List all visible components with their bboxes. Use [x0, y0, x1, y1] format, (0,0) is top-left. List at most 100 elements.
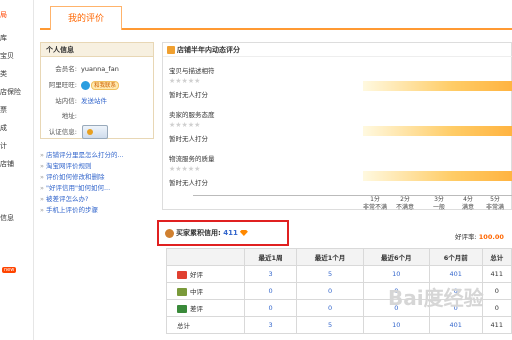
- rating-bar: [363, 81, 512, 91]
- table-header: [166, 248, 245, 266]
- mailbox-row: 站内信: 发送站件: [41, 95, 155, 107]
- buyer-credit-value[interactable]: 411: [223, 229, 238, 237]
- table-cell[interactable]: 10: [362, 316, 430, 334]
- sidebar-item[interactable]: 宝贝: [0, 51, 14, 61]
- sidebar-new-item[interactable]: new: [0, 265, 17, 273]
- table-cell[interactable]: 0: [243, 282, 298, 300]
- table-cell: 0: [481, 299, 512, 317]
- wangwang-label: 阿里旺旺:: [48, 81, 77, 89]
- buyer-icon: [165, 228, 174, 238]
- dynamic-rating-panel: 店铺半年内动态评分 宝贝与描述相符 ★★★★★ 暂时无人打分 卖家的服务态度 ★…: [162, 42, 512, 211]
- row-label-text: 好评: [190, 271, 203, 279]
- table-cell[interactable]: 3: [243, 265, 298, 283]
- table-header: 6个月前: [428, 248, 483, 266]
- table-cell[interactable]: 401: [428, 265, 483, 283]
- help-link[interactable]: 手机上评价的步骤: [40, 205, 160, 216]
- buyer-credit: 买家累积信用: 411: [165, 228, 248, 238]
- personal-info-title: 个人信息: [41, 43, 153, 57]
- personal-info-panel: 个人信息 会员名: yuanna_fan 阿里旺旺: 和我联系 站内信: 发送站…: [40, 42, 154, 139]
- no-score-text: 暂时无人打分: [169, 91, 208, 99]
- rating-bar: [363, 171, 512, 181]
- row-label: 总计: [166, 316, 245, 334]
- member-name: yuanna_fan: [81, 65, 119, 73]
- rating-icon: [167, 46, 175, 54]
- help-links: 店铺评分里是怎么打分的... 淘宝网评价规则 评价如何修改和删除 "好评信用"如…: [40, 150, 160, 216]
- sidebar-item[interactable]: 库: [0, 33, 7, 43]
- dynamic-rating-title: 店铺半年内动态评分: [163, 43, 512, 57]
- tab-my-reviews[interactable]: 我的评价: [50, 6, 122, 30]
- tab-bar: 我的评价: [40, 6, 512, 30]
- sidebar-item[interactable]: 店铺: [0, 159, 14, 169]
- help-link[interactable]: 店铺评分里是怎么打分的...: [40, 150, 160, 161]
- positive-review-icon: [177, 271, 187, 279]
- sidebar-item[interactable]: 信息: [0, 213, 14, 223]
- watermark: Bai度经验: [388, 286, 484, 310]
- certificate-icon[interactable]: [82, 125, 108, 139]
- table-header: 总计: [481, 248, 512, 266]
- metric-name: 宝贝与描述相符: [169, 67, 215, 75]
- cert-row: 认证信息:: [41, 125, 155, 139]
- table-cell: 411: [481, 316, 512, 334]
- buyer-credit-label: 买家累积信用:: [176, 229, 221, 237]
- star-rating: ★★★★★: [169, 165, 201, 173]
- member-label: 会员名:: [55, 65, 77, 73]
- positive-rate-label: 好评率:: [455, 233, 477, 241]
- table-header: 最近6个月: [362, 248, 430, 266]
- help-link[interactable]: 评价如何修改和删除: [40, 172, 160, 183]
- table-cell: 0: [481, 282, 512, 300]
- help-link[interactable]: "好评信用"如何如何...: [40, 183, 160, 194]
- help-link[interactable]: 淘宝网评价规则: [40, 161, 160, 172]
- sidebar-item[interactable]: 计: [0, 141, 7, 151]
- positive-rate-value: 100.00: [478, 233, 504, 241]
- positive-rate: 好评率: 100.00: [455, 231, 504, 241]
- no-score-text: 暂时无人打分: [169, 135, 208, 143]
- table-header-row: 最近1周 最近1个月 最近6个月 6个月前 总计: [166, 248, 512, 266]
- star-rating: ★★★★★: [169, 121, 201, 129]
- dynamic-rating-title-text: 店铺半年内动态评分: [177, 46, 240, 54]
- table-row-total: 总计 3 5 10 401 411: [166, 316, 512, 334]
- contact-me-button[interactable]: 和我联系: [91, 80, 120, 90]
- table-cell[interactable]: 5: [296, 265, 364, 283]
- send-message-link[interactable]: 发送站件: [81, 95, 107, 107]
- cert-label: 认证信息:: [48, 128, 77, 136]
- sidebar-item[interactable]: 店保险: [0, 87, 21, 97]
- table-cell: 411: [481, 265, 512, 283]
- diamond-icon: [239, 230, 248, 236]
- star-rating: ★★★★★: [169, 77, 201, 85]
- address-row: 地址:: [41, 110, 155, 122]
- sidebar-item[interactable]: 局: [0, 10, 7, 20]
- left-sidebar: 局 库 宝贝 类 店保险 票 成 计 店铺 信息 new: [0, 0, 34, 340]
- help-link[interactable]: 被差评怎么办?: [40, 194, 160, 205]
- row-label: 差评: [166, 299, 245, 317]
- table-header: 最近1周: [243, 248, 298, 266]
- table-cell[interactable]: 5: [296, 316, 364, 334]
- buyer-credit-highlight: 买家累积信用: 411: [157, 220, 289, 246]
- mailbox-label: 站内信:: [55, 97, 77, 105]
- neutral-review-icon: [177, 288, 187, 296]
- negative-review-icon: [177, 305, 187, 313]
- sidebar-item[interactable]: 票: [0, 105, 7, 115]
- table-cell[interactable]: 3: [243, 316, 298, 334]
- table-row-positive: 好评 3 5 10 401 411: [166, 265, 512, 283]
- metric-name: 物流服务的质量: [169, 155, 215, 163]
- metric-name: 卖家的服务态度: [169, 111, 215, 119]
- table-cell[interactable]: 401: [428, 316, 483, 334]
- scale-label: 非常满: [485, 204, 504, 211]
- new-badge: new: [2, 267, 17, 273]
- rating-bar: [363, 126, 512, 136]
- table-cell[interactable]: 0: [296, 282, 364, 300]
- row-label-text: 中评: [190, 288, 203, 296]
- member-row: 会员名: yuanna_fan: [41, 63, 155, 75]
- wangwang-row: 阿里旺旺: 和我联系: [41, 79, 155, 91]
- wangwang-icon: [81, 80, 90, 90]
- table-header: 最近1个月: [296, 248, 364, 266]
- sidebar-item[interactable]: 成: [0, 123, 7, 133]
- no-score-text: 暂时无人打分: [169, 179, 208, 187]
- table-cell[interactable]: 0: [243, 299, 298, 317]
- wangwang-contact[interactable]: 和我联系: [81, 79, 120, 91]
- table-cell[interactable]: 0: [296, 299, 364, 317]
- row-label-text: 差评: [190, 305, 203, 313]
- row-label: 中评: [166, 282, 245, 300]
- table-cell[interactable]: 10: [362, 265, 430, 283]
- sidebar-item[interactable]: 类: [0, 69, 7, 79]
